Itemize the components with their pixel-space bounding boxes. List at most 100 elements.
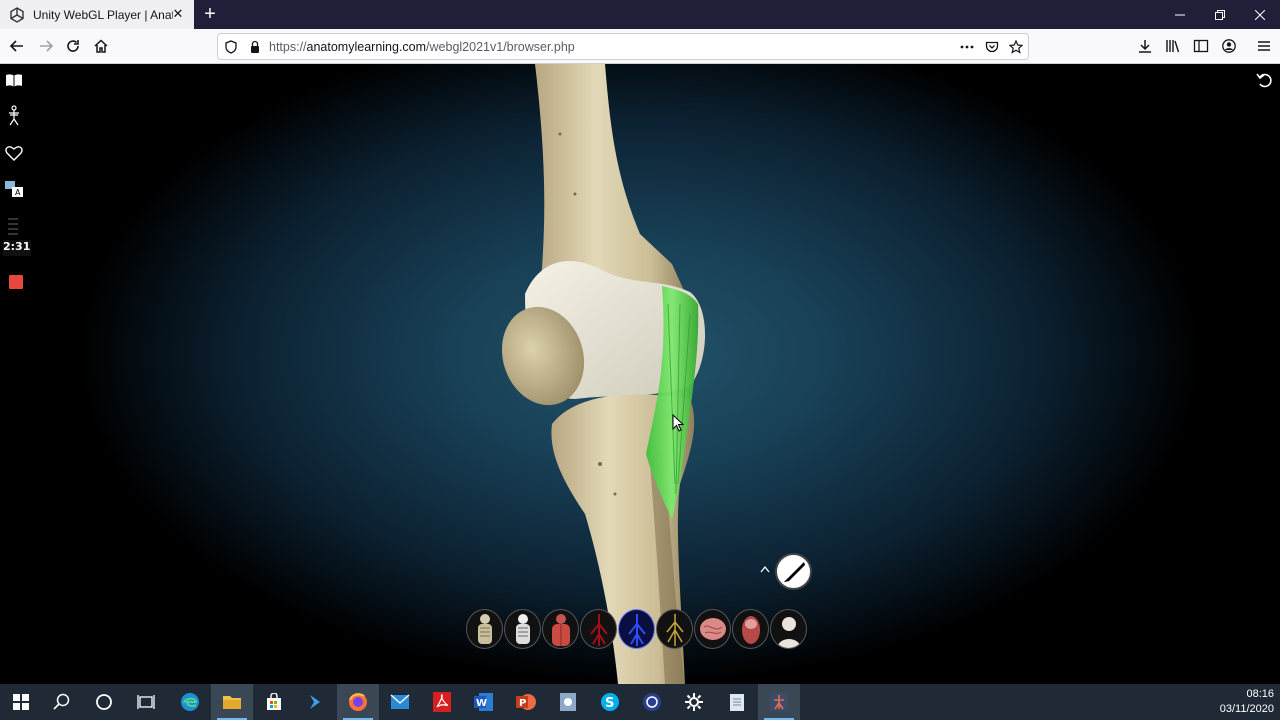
home-button[interactable] bbox=[89, 35, 113, 57]
downloads-button[interactable] bbox=[1133, 35, 1157, 57]
skin-layer-button[interactable] bbox=[770, 609, 807, 649]
mouse-cursor-icon bbox=[672, 414, 684, 432]
obs-icon bbox=[643, 693, 661, 711]
translate-icon: A bbox=[5, 181, 23, 197]
clock-date: 03/11/2020 bbox=[1219, 703, 1274, 715]
scalpel-button[interactable] bbox=[775, 553, 812, 590]
clock-time: 08:16 bbox=[1246, 688, 1274, 700]
taskbar-app[interactable] bbox=[547, 684, 589, 720]
shield-icon[interactable] bbox=[223, 39, 239, 55]
brain-layer-button[interactable] bbox=[694, 609, 731, 649]
sidebar-button[interactable] bbox=[1189, 35, 1213, 57]
sidebar-icon bbox=[1193, 39, 1209, 53]
vein-icon bbox=[628, 614, 646, 646]
windows-logo-icon bbox=[13, 694, 29, 710]
reset-view-icon[interactable] bbox=[1256, 71, 1274, 89]
taskbar-mail[interactable] bbox=[379, 684, 421, 720]
back-button[interactable] bbox=[5, 35, 29, 57]
acrobat-icon bbox=[433, 692, 451, 712]
chevron-up-icon[interactable] bbox=[758, 564, 772, 576]
restore-button[interactable] bbox=[1200, 0, 1240, 29]
muscles-layer-button[interactable] bbox=[542, 609, 579, 649]
menu-button[interactable] bbox=[1252, 35, 1276, 57]
windows-taskbar: W P S 08:16 03/11/2020 bbox=[0, 684, 1280, 720]
firefox-icon bbox=[349, 693, 367, 711]
pocket-icon[interactable] bbox=[984, 39, 1000, 55]
address-bar[interactable]: https://anatomylearning.com/webgl2021v1/… bbox=[217, 33, 1029, 60]
library-button[interactable] bbox=[1161, 35, 1185, 57]
skeleton-layer-button[interactable] bbox=[466, 609, 503, 649]
taskbar-word[interactable]: W bbox=[463, 684, 505, 720]
arrow-left-icon bbox=[9, 40, 23, 52]
anatomy-app-icon bbox=[770, 693, 788, 711]
ligaments-layer-button[interactable] bbox=[504, 609, 541, 649]
bookmark-star-icon[interactable] bbox=[1008, 39, 1024, 55]
anatomy-layer-bar bbox=[466, 609, 807, 649]
taskbar-search-button[interactable] bbox=[41, 684, 83, 720]
library-icon bbox=[1166, 40, 1180, 53]
download-icon bbox=[1139, 40, 1151, 53]
organs-layer-button[interactable] bbox=[732, 609, 769, 649]
taskbar-anatomy-app[interactable] bbox=[758, 684, 800, 720]
arrow-right-icon bbox=[40, 40, 54, 52]
skype-icon: S bbox=[601, 693, 619, 711]
browser-nav-bar: https://anatomylearning.com/webgl2021v1/… bbox=[0, 29, 1280, 64]
browser-tab[interactable]: Unity WebGL Player | Anatomy ✕ bbox=[0, 0, 194, 29]
task-view-icon bbox=[137, 695, 155, 709]
word-icon: W bbox=[474, 693, 493, 711]
taskbar-settings[interactable] bbox=[673, 684, 715, 720]
system-clock[interactable]: 08:16 03/11/2020 bbox=[1204, 687, 1274, 717]
close-window-button[interactable] bbox=[1240, 0, 1280, 29]
tab-title: Unity WebGL Player | Anatomy bbox=[33, 7, 173, 22]
unity-webgl-canvas[interactable]: A 2:31 bbox=[0, 64, 1280, 684]
windows-start-button[interactable] bbox=[0, 684, 42, 720]
svg-text:A: A bbox=[15, 188, 21, 197]
book-tool[interactable] bbox=[4, 70, 24, 90]
skeleton-tool[interactable] bbox=[4, 105, 24, 126]
organs-icon bbox=[742, 616, 760, 644]
knee-joint-3d-model[interactable] bbox=[0, 64, 1280, 684]
minimize-button[interactable] bbox=[1160, 0, 1200, 29]
taskbar-file-explorer[interactable] bbox=[211, 684, 253, 720]
cortana-button[interactable] bbox=[83, 684, 125, 720]
taskbar-notepad[interactable] bbox=[716, 684, 758, 720]
reload-icon bbox=[67, 40, 79, 52]
taskbar-powerpoint[interactable]: P bbox=[505, 684, 547, 720]
forward-button[interactable] bbox=[34, 35, 58, 57]
nerves-layer-button[interactable] bbox=[656, 609, 693, 649]
head-skin-icon bbox=[777, 617, 801, 648]
reload-button[interactable] bbox=[61, 35, 85, 57]
lock-icon[interactable] bbox=[247, 39, 263, 55]
minimize-icon bbox=[1175, 14, 1185, 15]
taskbar-acrobat[interactable] bbox=[421, 684, 463, 720]
unity-favicon-icon bbox=[10, 6, 24, 23]
taskbar-skype[interactable]: S bbox=[589, 684, 631, 720]
taskbar-visual-studio[interactable] bbox=[295, 684, 337, 720]
muscle-icon bbox=[552, 614, 570, 646]
favourites-tool[interactable] bbox=[4, 143, 24, 163]
hamburger-menu-icon bbox=[1258, 41, 1270, 51]
toolbar-grip-icon[interactable] bbox=[8, 217, 18, 235]
arteries-layer-button[interactable] bbox=[580, 609, 617, 649]
browser-tab-strip: Unity WebGL Player | Anatomy ✕ + bbox=[0, 0, 1280, 29]
veins-layer-button[interactable] bbox=[618, 609, 655, 649]
nerve-icon bbox=[666, 614, 684, 646]
task-view-button[interactable] bbox=[125, 684, 167, 720]
translate-tool[interactable]: A bbox=[4, 179, 24, 199]
brain-icon bbox=[700, 618, 726, 640]
cortana-icon bbox=[96, 694, 112, 710]
scalpel-icon bbox=[783, 561, 805, 582]
restore-icon bbox=[1215, 9, 1225, 20]
taskbar-obs[interactable] bbox=[631, 684, 673, 720]
taskbar-store[interactable] bbox=[253, 684, 295, 720]
taskbar-firefox[interactable] bbox=[337, 684, 379, 720]
new-tab-button[interactable]: + bbox=[200, 4, 220, 24]
recording-timer: 2:31 bbox=[3, 240, 31, 256]
stop-recording-button[interactable] bbox=[9, 275, 23, 289]
account-button[interactable] bbox=[1217, 35, 1241, 57]
more-actions-icon[interactable] bbox=[959, 39, 975, 55]
close-icon bbox=[1255, 9, 1265, 20]
taskbar-edge[interactable] bbox=[169, 684, 211, 720]
tab-close-button[interactable]: ✕ bbox=[171, 7, 185, 21]
notepad-icon bbox=[730, 694, 744, 711]
